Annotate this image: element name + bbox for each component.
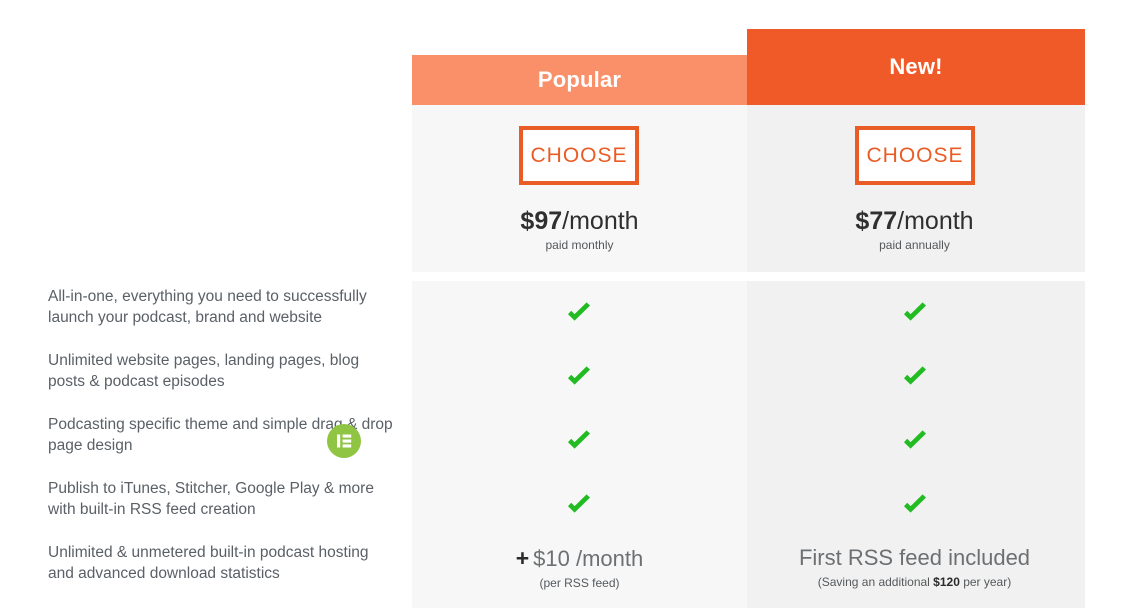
price-amount: $97 [520, 207, 563, 235]
price-period: /month [562, 207, 639, 235]
footer-note-prefix: (Saving an additional [817, 575, 934, 589]
check-icon [900, 490, 930, 520]
feature-item: Publish to iTunes, Stitcher, Google Play… [48, 480, 374, 518]
section-divider [412, 272, 1085, 281]
footer-main-line: First RSS feed included [747, 545, 1082, 571]
footer-note: (Saving an additional $120 per year) [747, 575, 1082, 589]
price-block-new: $77/month paid annually [747, 207, 1082, 252]
elementor-logo-icon [327, 424, 361, 458]
spacer-top-left [412, 0, 747, 55]
footer-cell-new: First RSS feed included (Saving an addit… [747, 545, 1082, 589]
price-line: $97/month [412, 207, 747, 235]
price-note: paid annually [879, 238, 950, 252]
footer-note-amount: $120 [933, 575, 960, 589]
choose-button-popular[interactable]: CHOOSE [519, 126, 639, 185]
footer-main-text: First RSS feed included [798, 545, 1031, 570]
plan-badge-new: New! [747, 29, 1085, 105]
footer-note-suffix: per year) [959, 575, 1012, 589]
check-icon [564, 426, 594, 456]
check-icon [564, 298, 594, 328]
footer-main-text: $10 /month [533, 546, 644, 571]
footer-main-line: + $10 /month [412, 545, 747, 572]
check-icon [564, 490, 594, 520]
check-icon [564, 362, 594, 392]
price-note: paid monthly [545, 238, 614, 252]
check-icon [900, 298, 930, 328]
footer-note: (per RSS feed) [539, 576, 620, 590]
pricing-comparison-table: Popular New! CHOOSE CHOOSE $97/month pai… [412, 0, 1085, 608]
footer-cell-popular: + $10 /month (per RSS feed) [412, 545, 747, 590]
choose-button-new[interactable]: CHOOSE [855, 126, 975, 185]
price-amount: $77 [855, 207, 898, 235]
plus-icon: + [515, 545, 530, 571]
price-period: /month [897, 207, 974, 235]
check-icon [900, 362, 930, 392]
check-icon [900, 426, 930, 456]
feature-item: Unlimited & unmetered built-in podcast h… [48, 544, 369, 582]
feature-item: Unlimited website pages, landing pages, … [48, 352, 360, 390]
price-block-popular: $97/month paid monthly [412, 207, 747, 252]
price-line: $77/month [747, 207, 1082, 235]
plan-badge-popular: Popular [412, 55, 747, 105]
feature-item: All-in-one, everything you need to succe… [48, 288, 367, 326]
spacer-top-right [747, 0, 1085, 29]
